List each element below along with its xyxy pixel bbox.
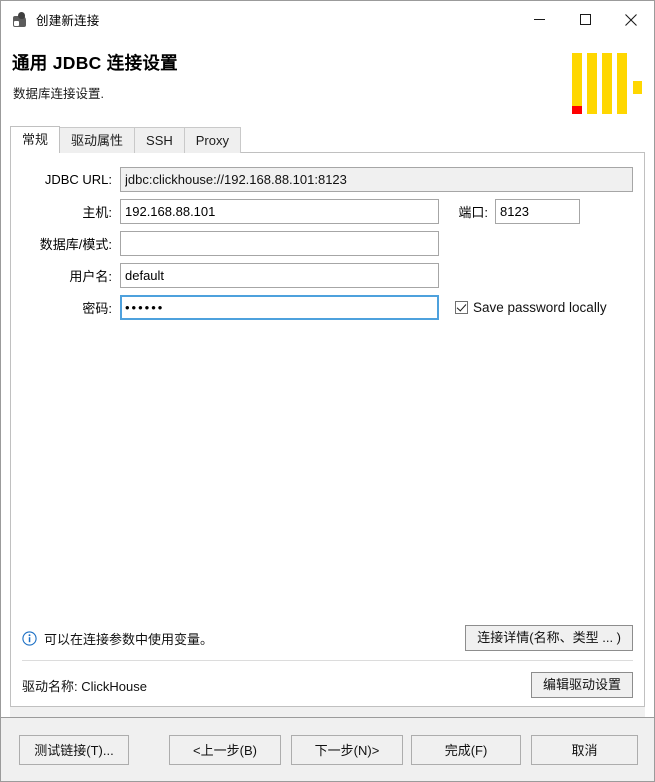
save-password-checkbox[interactable]: Save password locally — [455, 300, 607, 315]
password-label: 密码: — [82, 301, 112, 316]
port-label: 端口: — [458, 205, 488, 220]
tab-area: 常规 驱动属性 SSH Proxy JDBC URL: 主机: 端口: 数据库/… — [10, 126, 645, 717]
password-row: 密码: Save password locally — [22, 295, 633, 320]
tab-proxy[interactable]: Proxy — [183, 127, 241, 153]
save-password-label: Save password locally — [473, 300, 607, 315]
back-button[interactable]: <上一步(B) — [169, 735, 281, 765]
info-circle-icon — [22, 630, 37, 646]
panel-bottom-section: 可以在连接参数中使用变量。 连接详情(名称、类型 ... ) 驱动名称: Cli… — [11, 625, 644, 706]
window-controls — [516, 1, 654, 38]
create-connection-dialog: 创建新连接 通用 JDBC 连接设置 数据库连接设置. 常规 驱动属性 SSH … — [0, 0, 655, 782]
cancel-button[interactable]: 取消 — [531, 735, 638, 765]
username-label: 用户名: — [69, 269, 112, 284]
page-title: 通用 JDBC 连接设置 — [12, 53, 178, 73]
info-row: 可以在连接参数中使用变量。 连接详情(名称、类型 ... ) — [22, 625, 633, 660]
driver-row: 驱动名称: ClickHouse 编辑驱动设置 — [22, 661, 633, 698]
test-connection-button[interactable]: 测试链接(T)... — [19, 735, 129, 765]
connection-details-button[interactable]: 连接详情(名称、类型 ... ) — [465, 625, 633, 651]
dbeaver-logo-icon — [571, 45, 647, 117]
title-bar: 创建新连接 — [1, 1, 654, 38]
database-row: 数据库/模式: — [22, 231, 633, 256]
info-message: 可以在连接参数中使用变量。 — [22, 629, 213, 648]
database-label: 数据库/模式: — [39, 237, 112, 252]
tab-general[interactable]: 常规 — [10, 126, 61, 153]
port-input[interactable] — [495, 199, 580, 224]
dialog-footer: 测试链接(T)... <上一步(B) 下一步(N)> 完成(F) 取消 — [1, 717, 654, 781]
window-title: 创建新连接 — [36, 14, 100, 28]
dbeaver-app-icon — [12, 11, 28, 28]
username-input[interactable] — [120, 263, 439, 288]
password-input[interactable] — [120, 295, 439, 320]
jdbc-url-row: JDBC URL: — [22, 167, 633, 192]
host-label: 主机: — [82, 205, 112, 220]
tab-panel-general: JDBC URL: 主机: 端口: 数据库/模式: 用户名: — [10, 152, 645, 707]
database-input[interactable] — [120, 231, 439, 256]
host-input[interactable] — [120, 199, 439, 224]
finish-button[interactable]: 完成(F) — [411, 735, 521, 765]
minimize-icon[interactable] — [516, 5, 562, 35]
info-text: 可以在连接参数中使用变量。 — [44, 631, 214, 647]
tab-strip: 常规 驱动属性 SSH Proxy — [10, 126, 645, 153]
tab-driver-properties[interactable]: 驱动属性 — [59, 127, 136, 153]
connection-form: JDBC URL: 主机: 端口: 数据库/模式: 用户名: — [11, 153, 644, 320]
panel-bottom-gap — [10, 707, 645, 717]
checkbox-box[interactable] — [455, 301, 468, 314]
jdbc-url-input[interactable] — [120, 167, 633, 192]
edit-driver-settings-button[interactable]: 编辑驱动设置 — [530, 672, 633, 698]
jdbc-url-label: JDBC URL: — [44, 172, 112, 187]
page-subtitle: 数据库连接设置. — [13, 87, 104, 101]
driver-name-label: 驱动名称: ClickHouse — [22, 678, 147, 694]
username-row: 用户名: — [22, 263, 633, 288]
close-icon[interactable] — [608, 5, 654, 35]
next-button: 下一步(N)> — [291, 735, 403, 765]
maximize-icon[interactable] — [562, 5, 608, 35]
tab-ssh[interactable]: SSH — [134, 127, 185, 153]
host-row: 主机: 端口: — [22, 199, 633, 224]
dialog-header: 通用 JDBC 连接设置 数据库连接设置. — [1, 38, 654, 126]
